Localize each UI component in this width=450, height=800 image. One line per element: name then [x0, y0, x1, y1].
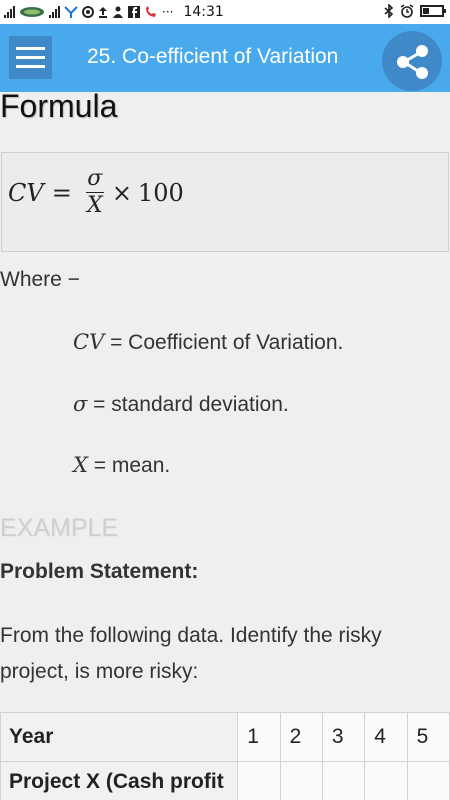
- more-icon: ···: [162, 5, 174, 19]
- section-heading: Formula: [0, 92, 118, 124]
- table-cell: 5: [406, 712, 450, 762]
- definition-cv: CV = Coefficient of Variation.: [73, 330, 343, 355]
- table-cell: 3: [321, 712, 366, 762]
- alarm-icon: [400, 4, 414, 18]
- missed-call-icon: [146, 6, 156, 17]
- where-label: Where −: [0, 268, 80, 291]
- definition-symbol: X: [73, 453, 88, 477]
- share-icon: [397, 45, 428, 79]
- table-cell: 55: [406, 761, 450, 800]
- status-bar: ··· 14:31: [0, 0, 450, 24]
- formula-equals: =: [51, 178, 72, 207]
- table-row: Year 1 2 3 4 5: [0, 712, 450, 762]
- formula-constant: 100: [137, 178, 184, 207]
- hamburger-icon-line: [16, 47, 45, 50]
- definition-symbol: CV: [73, 330, 105, 354]
- definition-sigma: σ = standard deviation.: [73, 392, 289, 417]
- bluetooth-icon: [384, 4, 394, 18]
- formula-denominator: X: [86, 193, 103, 218]
- table-cell: 30: [364, 761, 408, 800]
- share-button[interactable]: [382, 31, 442, 91]
- formula-numerator: σ: [87, 166, 103, 191]
- data-icon: [64, 6, 78, 18]
- hamburger-icon-line: [16, 65, 45, 68]
- table-cell: 25: [321, 761, 366, 800]
- definition-symbol: σ: [73, 392, 88, 416]
- table-cell: Project X (Cash profit: [0, 761, 239, 800]
- battery-icon: [420, 5, 446, 17]
- problem-text: From the following data. Identify the ri…: [0, 624, 382, 683]
- table-cell: 10: [237, 761, 281, 800]
- table-cell: 15: [279, 761, 323, 800]
- app-bar: 25. Co-efficient of Variation: [0, 24, 450, 92]
- table-row: Project X (Cash profit 10 15 25 30 55: [0, 761, 450, 800]
- formula-fraction: σ X: [85, 166, 104, 219]
- article-content: Formula CV = σ X × 100 Where − CV = Coef…: [0, 92, 450, 800]
- example-heading: EXAMPLE: [0, 514, 119, 542]
- signal-icon: [4, 6, 15, 18]
- definition-text: = standard deviation.: [87, 393, 289, 416]
- formula-lhs: CV: [8, 178, 44, 207]
- menu-button[interactable]: [9, 36, 52, 79]
- table-cell: Year: [0, 712, 239, 762]
- problem-statement-label: Problem Statement:: [0, 560, 199, 583]
- signal-icon: [49, 6, 60, 18]
- person-icon: [113, 6, 123, 18]
- status-time: 14:31: [183, 4, 224, 20]
- data-table: Year 1 2 3 4 5 Project X (Cash profit 10…: [0, 712, 450, 800]
- formula: CV = σ X × 100: [8, 166, 184, 219]
- definition-text: = Coefficient of Variation.: [104, 331, 344, 354]
- table-cell: 2: [279, 712, 323, 762]
- hamburger-icon-line: [16, 56, 45, 59]
- facebook-icon: [128, 6, 140, 18]
- vpn-icon: [82, 6, 94, 18]
- table-cell: 1: [237, 712, 281, 762]
- formula-times: ×: [111, 178, 132, 207]
- carrier-logo-icon: [20, 7, 44, 17]
- app-title: 25. Co-efficient of Variation: [87, 45, 339, 68]
- upload-icon: [99, 7, 107, 18]
- table-cell: 4: [364, 712, 408, 762]
- formula-box: CV = σ X × 100: [1, 152, 449, 252]
- definition-text: = mean.: [87, 454, 171, 477]
- definition-mean: X = mean.: [73, 453, 170, 478]
